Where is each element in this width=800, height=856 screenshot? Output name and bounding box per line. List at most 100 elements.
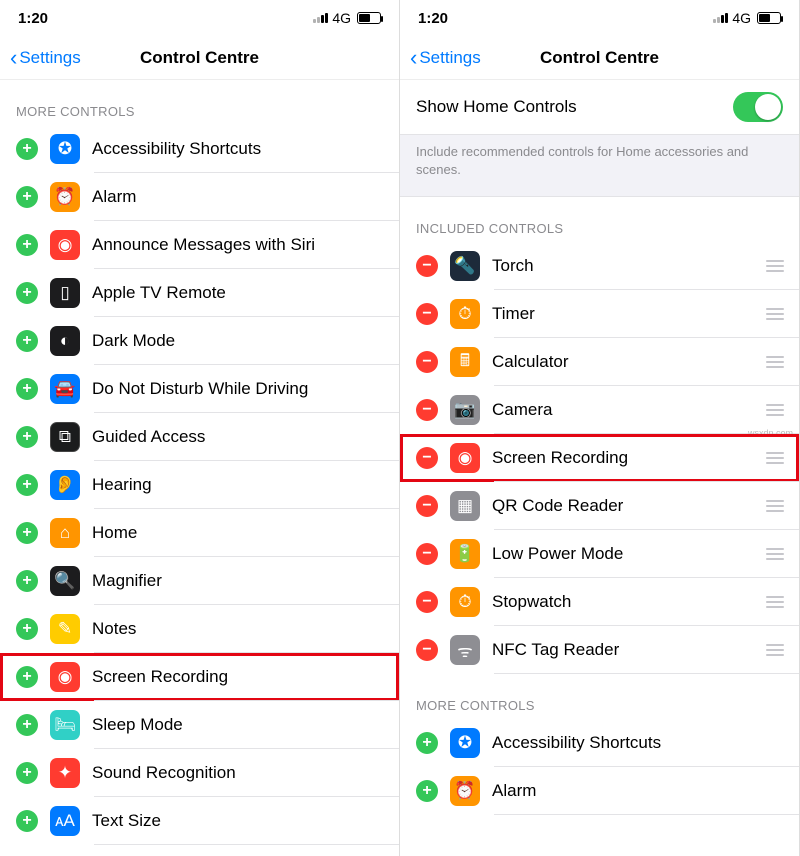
drag-handle-icon[interactable]: [761, 500, 789, 512]
control-label: Sound Recognition: [92, 763, 389, 783]
nav-bar: ‹ Settings Control Centre: [0, 36, 399, 80]
app-icon: ▯: [50, 278, 80, 308]
app-icon: ⌂: [50, 518, 80, 548]
chevron-left-icon: ‹: [10, 47, 17, 69]
remove-button[interactable]: −: [416, 447, 438, 469]
back-button[interactable]: ‹ Settings: [410, 47, 481, 69]
signal-icon: [713, 13, 728, 23]
app-icon: ✦: [50, 758, 80, 788]
control-row: +🚘Do Not Disturb While Driving: [0, 365, 399, 413]
add-button[interactable]: +: [16, 762, 38, 784]
app-icon: ᴀA: [50, 806, 80, 836]
status-time: 1:20: [18, 10, 48, 27]
control-label: NFC Tag Reader: [492, 640, 755, 660]
network-label: 4G: [732, 10, 751, 26]
control-row: +✪Accessibility Shortcuts: [400, 719, 799, 767]
control-label: Home: [92, 523, 389, 543]
app-icon: ◉: [50, 662, 80, 692]
control-row: −ᯤNFC Tag Reader: [400, 626, 799, 674]
section-header-more: More Controls: [400, 674, 799, 719]
add-button[interactable]: +: [16, 810, 38, 832]
included-controls-list: −🔦Torch−⏱Timer−🖩Calculator−📷Camera−◉Scre…: [400, 242, 799, 674]
app-icon: ⏰: [50, 182, 80, 212]
content-right: Show Home Controls Include recommended c…: [400, 80, 799, 856]
add-button[interactable]: +: [16, 282, 38, 304]
control-row: −🔋 Low Power Mode: [400, 530, 799, 578]
add-button[interactable]: +: [416, 780, 438, 802]
add-button[interactable]: +: [16, 714, 38, 736]
add-button[interactable]: +: [16, 666, 38, 688]
status-bar: 1:20 4G: [0, 0, 399, 36]
drag-handle-icon[interactable]: [761, 308, 789, 320]
app-icon: ⏰: [450, 776, 480, 806]
drag-handle-icon[interactable]: [761, 548, 789, 560]
control-row: −◉Screen Recording: [400, 434, 799, 482]
back-button[interactable]: ‹ Settings: [10, 47, 81, 69]
control-label: Apple TV Remote: [92, 283, 389, 303]
drag-handle-icon[interactable]: [761, 404, 789, 416]
add-button[interactable]: +: [16, 234, 38, 256]
control-row: −📷Camera: [400, 386, 799, 434]
drag-handle-icon[interactable]: [761, 596, 789, 608]
app-icon: ◉: [50, 230, 80, 260]
add-button[interactable]: +: [16, 570, 38, 592]
control-label: Screen Recording: [492, 448, 755, 468]
app-icon: ⏱: [450, 299, 480, 329]
remove-button[interactable]: −: [416, 255, 438, 277]
add-button[interactable]: +: [16, 330, 38, 352]
remove-button[interactable]: −: [416, 303, 438, 325]
drag-handle-icon[interactable]: [761, 452, 789, 464]
control-row: +◉Screen Recording: [0, 653, 399, 701]
remove-button[interactable]: −: [416, 543, 438, 565]
status-time: 1:20: [418, 10, 448, 27]
remove-button[interactable]: −: [416, 495, 438, 517]
app-icon: ✪: [50, 134, 80, 164]
show-home-controls-toggle[interactable]: [733, 92, 783, 122]
status-bar: 1:20 4G: [400, 0, 799, 36]
add-button[interactable]: +: [16, 138, 38, 160]
add-button[interactable]: +: [16, 378, 38, 400]
app-icon: ✎: [50, 614, 80, 644]
control-label: Hearing: [92, 475, 389, 495]
add-button[interactable]: +: [16, 186, 38, 208]
add-button[interactable]: +: [16, 522, 38, 544]
control-row: −⏱ Timer: [400, 290, 799, 338]
control-label: QR Code Reader: [492, 496, 755, 516]
content-left: More Controls + ✪ Accessibility Shortcuts +…: [0, 80, 399, 856]
control-row: + 👂 Hearing: [0, 461, 399, 509]
control-label: Guided Access: [92, 427, 389, 447]
app-icon: ✪: [450, 728, 480, 758]
control-row: −⏱Stopwatch: [400, 578, 799, 626]
control-row: −🔦Torch: [400, 242, 799, 290]
add-button[interactable]: +: [416, 732, 438, 754]
drag-handle-icon[interactable]: [761, 356, 789, 368]
add-button[interactable]: +: [16, 474, 38, 496]
control-row: −🖩Calculator: [400, 338, 799, 386]
remove-button[interactable]: −: [416, 351, 438, 373]
battery-icon: [357, 12, 381, 24]
control-label: Text Size: [92, 811, 389, 831]
section-header-more: More Controls: [0, 80, 399, 125]
signal-icon: [313, 13, 328, 23]
app-icon: ◐: [50, 326, 80, 356]
show-home-controls-row: Show Home Controls: [400, 80, 799, 135]
control-label: Torch: [492, 256, 755, 276]
battery-icon: [757, 12, 781, 24]
drag-handle-icon[interactable]: [761, 260, 789, 272]
control-row: + ᴀA Text Size: [0, 797, 399, 845]
remove-button[interactable]: −: [416, 591, 438, 613]
control-row: + ◉ Announce Messages with Siri: [0, 221, 399, 269]
remove-button[interactable]: −: [416, 639, 438, 661]
app-icon: 👂: [50, 470, 80, 500]
add-button[interactable]: +: [16, 426, 38, 448]
control-label: Accessibility Shortcuts: [92, 139, 389, 159]
control-label: Low Power Mode: [492, 544, 755, 564]
app-icon: 🔋: [450, 539, 480, 569]
remove-button[interactable]: −: [416, 399, 438, 421]
control-label: Timer: [492, 304, 755, 324]
add-button[interactable]: +: [16, 618, 38, 640]
drag-handle-icon[interactable]: [761, 644, 789, 656]
control-row: +⧉Guided Access: [0, 413, 399, 461]
control-label: Announce Messages with Siri: [92, 235, 389, 255]
status-right: 4G: [313, 10, 381, 26]
